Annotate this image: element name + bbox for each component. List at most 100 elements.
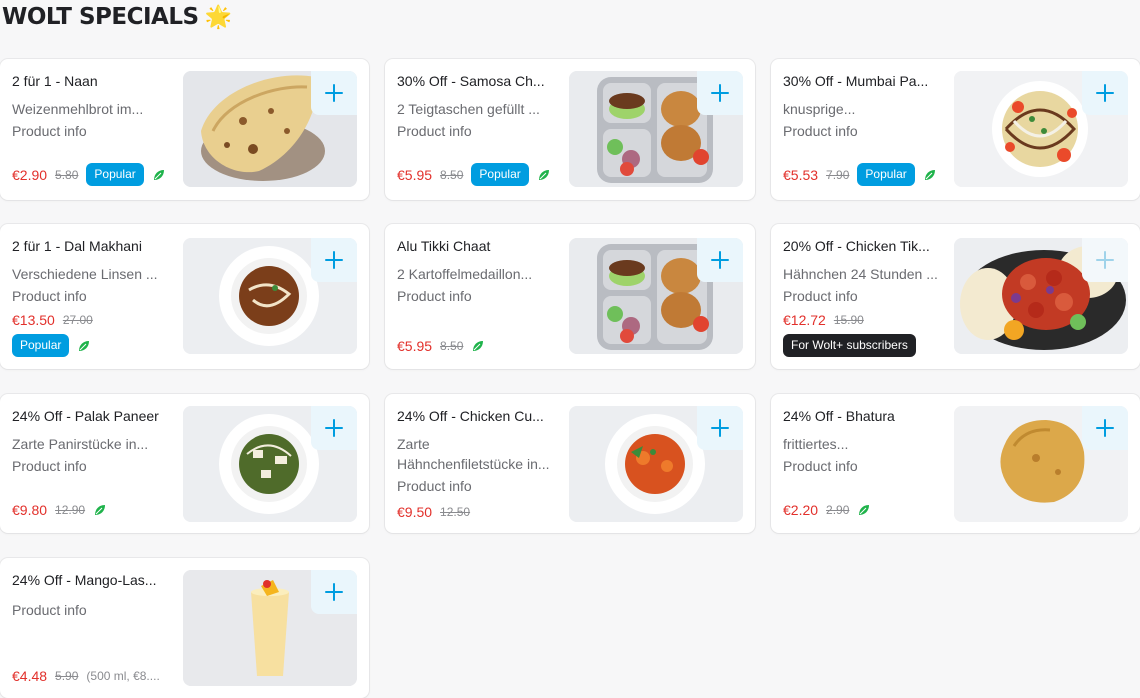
price-row: €4.48 5.90 (500 ml, €8.... — [12, 668, 160, 684]
section-title: WOLT SPECIALS 🌟 — [2, 4, 232, 30]
product-info-link[interactable]: Product info — [12, 123, 87, 139]
popular-badge: Popular — [857, 163, 915, 186]
item-name: 2 für 1 - Naan — [12, 73, 98, 89]
item-old-price: 15.90 — [833, 313, 864, 327]
plus-icon — [325, 84, 343, 102]
item-unit-price: (500 ml, €8.... — [86, 669, 160, 683]
menu-item-card[interactable]: Alu Tikki Chaat 2 Kartoffelmedaillon... … — [385, 224, 755, 369]
item-price: €9.80 — [12, 502, 48, 518]
leaf-icon — [95, 505, 106, 515]
item-price: €13.50 — [12, 312, 55, 328]
menu-item-card[interactable]: 24% Off - Mango-Las... Product info €4.4… — [0, 558, 369, 698]
item-description: 2 Teigtaschen gefüllt ... — [397, 101, 540, 117]
product-info-link[interactable]: Product info — [397, 478, 472, 494]
add-to-cart-button[interactable] — [1082, 406, 1128, 450]
menu-item-card[interactable]: 20% Off - Chicken Tik... Hähnchen 24 Stu… — [771, 224, 1140, 369]
item-description: Weizenmehlbrot im... — [12, 101, 144, 117]
item-price: €2.90 — [12, 166, 48, 183]
item-description: Hähnchen 24 Stunden ... — [783, 266, 938, 282]
item-description: 2 Kartoffelmedaillon... — [397, 266, 533, 282]
item-old-price: 5.90 — [55, 669, 79, 683]
item-name: Alu Tikki Chaat — [397, 238, 491, 254]
item-description: frittiertes... — [783, 436, 849, 452]
price-row: €2.20 2.90 — [783, 502, 871, 518]
item-old-price: 8.50 — [440, 339, 464, 353]
product-info-link[interactable]: Product info — [397, 123, 472, 139]
price-row: €9.50 12.50 — [397, 504, 470, 520]
plus-icon — [711, 251, 729, 269]
item-name: 24% Off - Bhatura — [783, 408, 895, 424]
add-to-cart-button[interactable] — [697, 406, 743, 450]
wolt-plus-badge: For Wolt+ subscribers — [783, 334, 916, 357]
add-to-cart-button[interactable] — [311, 570, 357, 614]
item-name: 24% Off - Chicken Cu... — [397, 408, 544, 424]
product-info-link[interactable]: Product info — [397, 288, 472, 304]
item-price: €9.50 — [397, 504, 433, 520]
product-info-link[interactable]: Product info — [12, 288, 87, 304]
product-info-link[interactable]: Product info — [783, 458, 858, 474]
menu-item-card[interactable]: 2 für 1 - Naan Weizenmehlbrot im... Prod… — [0, 59, 369, 200]
price-row: €5.53 7.90 Popular — [783, 163, 937, 186]
item-price: €4.48 — [12, 668, 48, 684]
item-description: Zarte Hähnchenfiletstücke in... — [397, 436, 550, 472]
add-to-cart-button[interactable] — [311, 238, 357, 282]
menu-item-card[interactable]: 24% Off - Bhatura frittiertes... Product… — [771, 394, 1140, 533]
menu-item-card[interactable]: 2 für 1 - Dal Makhani Verschiedene Linse… — [0, 224, 369, 369]
item-price: €5.95 — [397, 338, 433, 354]
add-to-cart-button[interactable] — [1082, 71, 1128, 115]
section-title-text: WOLT SPECIALS — [2, 4, 199, 30]
item-name: 24% Off - Palak Paneer — [12, 408, 159, 424]
plus-icon — [1096, 251, 1114, 269]
item-name: 24% Off - Mango-Las... — [12, 572, 157, 588]
item-description: Verschiedene Linsen ... — [12, 266, 158, 282]
plus-icon — [325, 251, 343, 269]
product-info-link[interactable]: Product info — [783, 288, 858, 304]
popular-badge: Popular — [471, 163, 529, 186]
item-name: 30% Off - Samosa Ch... — [397, 73, 545, 89]
popular-badge: Popular — [12, 334, 70, 357]
item-price: €5.95 — [397, 166, 433, 183]
item-old-price: 8.50 — [440, 167, 464, 182]
plus-icon — [1096, 419, 1114, 437]
add-to-cart-button[interactable] — [697, 71, 743, 115]
product-info-link[interactable]: Product info — [12, 602, 87, 618]
item-description: knusprige... — [783, 101, 856, 117]
price-row: €2.90 5.80 Popular — [12, 163, 166, 186]
add-to-cart-button[interactable] — [311, 406, 357, 450]
item-price: €12.72 — [783, 312, 826, 328]
item-name: 20% Off - Chicken Tik... — [783, 238, 930, 254]
product-info-link[interactable]: Product info — [783, 123, 858, 139]
price-row: €13.50 27.00 — [12, 312, 93, 328]
price-row: €5.95 8.50 Popular — [397, 163, 551, 186]
leaf-icon — [859, 505, 870, 515]
item-old-price: 27.00 — [62, 313, 93, 327]
leaf-icon — [924, 169, 935, 180]
price-row: €5.95 8.50 — [397, 338, 485, 354]
product-info-link[interactable]: Product info — [12, 458, 87, 474]
menu-item-card[interactable]: 24% Off - Palak Paneer Zarte Panirstücke… — [0, 394, 369, 533]
item-price: €2.20 — [783, 502, 819, 518]
item-old-price: 12.50 — [440, 505, 471, 519]
plus-icon — [325, 583, 343, 601]
item-price: €5.53 — [783, 166, 819, 183]
plus-icon — [1096, 84, 1114, 102]
leaf-icon — [79, 340, 90, 351]
item-name: 30% Off - Mumbai Pa... — [783, 73, 929, 89]
badge-row: Popular — [12, 334, 91, 357]
add-to-cart-button[interactable] — [697, 238, 743, 282]
add-to-cart-button[interactable] — [1082, 238, 1128, 282]
menu-item-card[interactable]: 24% Off - Chicken Cu... Zarte Hähnchenfi… — [385, 394, 755, 533]
item-old-price: 2.90 — [826, 503, 850, 517]
badge-row: For Wolt+ subscribers — [783, 334, 916, 357]
leaf-icon — [538, 169, 549, 180]
item-old-price: 5.80 — [55, 167, 79, 182]
menu-item-card[interactable]: 30% Off - Mumbai Pa... knusprige... Prod… — [771, 59, 1140, 200]
leaf-icon — [473, 341, 484, 351]
plus-icon — [325, 419, 343, 437]
star-icon: 🌟 — [204, 4, 232, 30]
item-old-price: 12.90 — [55, 503, 86, 517]
add-to-cart-button[interactable] — [311, 71, 357, 115]
price-row: €12.72 15.90 — [783, 312, 864, 328]
price-row: €9.80 12.90 — [12, 502, 107, 518]
menu-item-card[interactable]: 30% Off - Samosa Ch... 2 Teigtaschen gef… — [385, 59, 755, 200]
